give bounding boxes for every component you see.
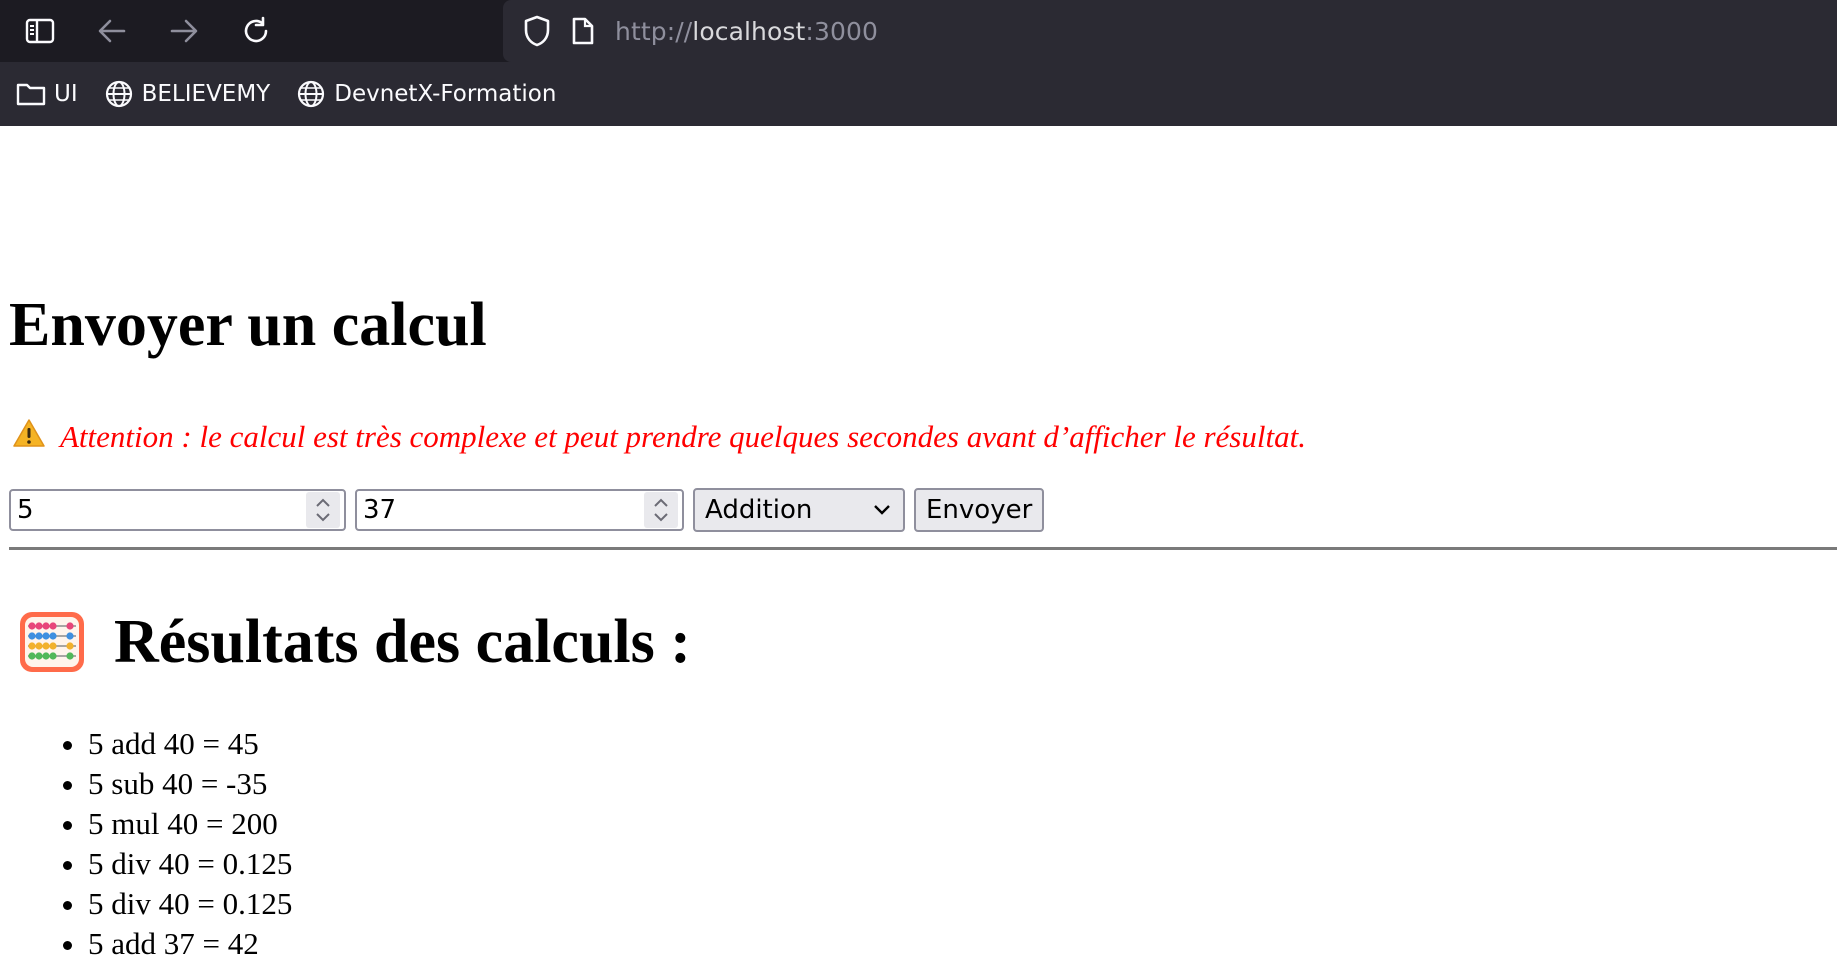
url-port: :3000 <box>805 16 878 46</box>
list-item: 5 mul 40 = 200 <box>88 804 292 844</box>
sidebar-toggle-button[interactable] <box>20 11 60 51</box>
arrow-right-icon <box>170 19 198 43</box>
list-item: 5 sub 40 = -35 <box>88 764 292 804</box>
chevron-up-icon <box>654 498 668 507</box>
list-item: 5 div 40 = 0.125 <box>88 884 292 924</box>
calc-form: 5 37 Addition Envoyer <box>9 488 1045 532</box>
warning-icon <box>12 418 46 456</box>
operand-b-value: 37 <box>363 495 397 525</box>
operation-select[interactable]: Addition <box>693 488 905 532</box>
warning-message: Attention : le calcul est très complexe … <box>12 418 1306 456</box>
arrow-left-icon <box>98 19 126 43</box>
browser-toolbar: http://localhost:3000 <box>0 0 1837 62</box>
chevron-down-icon <box>654 513 668 522</box>
bookmark-ui[interactable]: UI <box>16 81 78 107</box>
reload-button[interactable] <box>236 11 276 51</box>
results-title: Résultats des calculs : <box>114 608 691 676</box>
operand-a-value: 5 <box>17 495 34 525</box>
bookmark-believemy[interactable]: BELIEVEMY <box>104 79 271 109</box>
chevron-down-icon <box>316 513 330 522</box>
warning-text: Attention : le calcul est très complexe … <box>60 419 1306 454</box>
back-button[interactable] <box>92 11 132 51</box>
operation-selected-value: Addition <box>705 495 813 525</box>
browser-chrome: http://localhost:3000 UI BELIEVEMY Devne… <box>0 0 1837 126</box>
bookmarks-bar: UI BELIEVEMY DevnetX-Formation <box>0 62 1837 126</box>
divider <box>9 547 1837 550</box>
submit-button[interactable]: Envoyer <box>914 488 1045 532</box>
operand-b-stepper[interactable] <box>644 492 678 528</box>
forward-button[interactable] <box>164 11 204 51</box>
shield-icon[interactable] <box>519 13 555 49</box>
sidebar-icon <box>25 18 55 44</box>
results-heading: Résultats des calculs : <box>18 610 691 674</box>
reload-icon <box>244 16 268 43</box>
abacus-icon <box>20 612 84 672</box>
bookmark-devnetx-formation[interactable]: DevnetX-Formation <box>296 79 556 109</box>
list-item: 5 add 40 = 45 <box>88 724 292 764</box>
results-list: 5 add 40 = 45 5 sub 40 = -35 5 mul 40 = … <box>0 724 292 964</box>
chevron-up-icon <box>316 498 330 507</box>
page-icon[interactable] <box>565 13 601 49</box>
bookmark-label: UI <box>54 81 78 107</box>
globe-icon <box>105 80 132 108</box>
url-scheme: http:// <box>615 16 693 46</box>
list-item: 5 div 40 = 0.125 <box>88 844 292 884</box>
operand-a-stepper[interactable] <box>306 492 340 528</box>
page-title: Envoyer un calcul <box>9 291 487 359</box>
url-host: localhost <box>692 16 806 46</box>
url-text[interactable]: http://localhost:3000 <box>615 17 878 46</box>
chevron-down-icon <box>874 505 890 515</box>
globe-icon <box>298 80 325 108</box>
address-bar[interactable]: http://localhost:3000 <box>503 0 1837 62</box>
bookmark-label: DevnetX-Formation <box>334 81 557 107</box>
operand-a-input[interactable]: 5 <box>9 489 346 531</box>
list-item: 5 add 37 = 42 <box>88 924 292 964</box>
folder-icon <box>16 83 46 106</box>
bookmark-label: BELIEVEMY <box>141 81 271 107</box>
operand-b-input[interactable]: 37 <box>355 489 684 531</box>
